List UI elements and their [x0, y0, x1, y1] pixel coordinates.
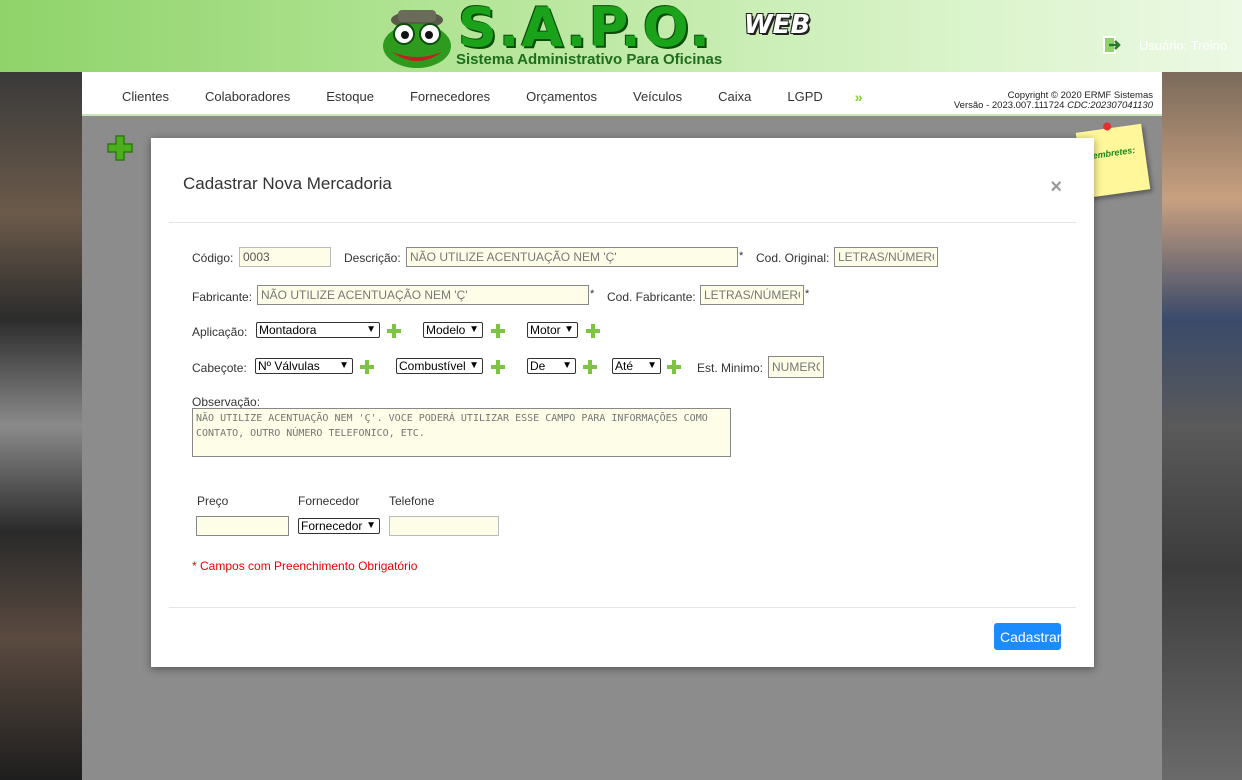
- sapo-logo[interactable]: S.A.P.O. WEB Sistema Administrativo Para…: [378, 0, 833, 70]
- header-divider: [169, 222, 1076, 223]
- logout-icon[interactable]: [1102, 35, 1122, 55]
- preco-field[interactable]: [196, 516, 289, 536]
- required-fields-note: * Campos com Preenchimento Obrigatório: [192, 559, 418, 573]
- nav-item-veiculos[interactable]: Veículos: [615, 89, 700, 105]
- est-minimo-field[interactable]: [768, 356, 824, 378]
- chevron-down-icon: ▼: [469, 360, 479, 371]
- telefone-label: Telefone: [389, 494, 435, 508]
- nav-item-lgpd[interactable]: LGPD: [769, 89, 840, 105]
- montadora-value: Montadora: [259, 323, 317, 337]
- valvulas-select[interactable]: Nº Válvulas ▼: [255, 358, 353, 374]
- observacao-label: Observação:: [192, 395, 261, 409]
- chevron-down-icon: ▼: [562, 360, 572, 371]
- chevron-down-icon: ▼: [647, 360, 657, 371]
- est-minimo-label: Est. Minimo:: [697, 361, 764, 375]
- chevron-down-icon: ▼: [469, 324, 479, 335]
- cod-original-field[interactable]: [834, 247, 938, 267]
- chevron-down-icon: ▼: [366, 324, 376, 335]
- ano-de-select[interactable]: De ▼: [527, 358, 576, 374]
- cod-fabricante-field[interactable]: [700, 285, 804, 305]
- nav-item-caixa[interactable]: Caixa: [700, 89, 769, 105]
- cod-fabricante-label: Cod. Fabricante:: [607, 290, 696, 304]
- logo-web-badge: WEB: [744, 10, 811, 40]
- ano-ate-value: Até: [615, 359, 634, 373]
- frog-mascot-icon: [383, 10, 451, 68]
- pin-icon: [1102, 121, 1112, 131]
- descricao-label: Descrição:: [344, 251, 401, 265]
- close-icon[interactable]: ×: [1050, 177, 1062, 197]
- montadora-select[interactable]: Montadora ▼: [256, 322, 380, 338]
- app-header: S.A.P.O. WEB Sistema Administrativo Para…: [0, 0, 1242, 72]
- nav-more-chevron-icon[interactable]: »: [841, 89, 881, 105]
- fornecedor-select[interactable]: Fornecedor ▼: [298, 518, 380, 534]
- logo-subtitle: Sistema Administrativo Para Oficinas: [456, 51, 723, 68]
- background-photo-right: [1162, 72, 1242, 780]
- new-merchandise-modal: Cadastrar Nova Mercadoria × Código: Desc…: [151, 138, 1094, 667]
- user-label: Usuário: Treino: [1138, 37, 1227, 53]
- version-text: Versão - 2023.007.111724: [953, 100, 1065, 111]
- chevron-down-icon: ▼: [366, 520, 376, 531]
- add-valvulas-icon[interactable]: [360, 360, 374, 374]
- codigo-field[interactable]: [239, 247, 331, 267]
- aplicacao-label: Aplicação:: [192, 325, 248, 339]
- chevron-down-icon: ▼: [339, 360, 349, 371]
- fabricante-field[interactable]: [257, 285, 589, 305]
- add-ano-de-icon[interactable]: [583, 360, 597, 374]
- ano-ate-select[interactable]: Até ▼: [612, 358, 661, 374]
- copyright-info: Copyright © 2020 ERMF Sistemas Versão - …: [954, 91, 1153, 111]
- combustivel-value: Combustível: [399, 359, 466, 373]
- background-photo-left: [0, 72, 82, 780]
- cabecote-label: Cabeçote:: [192, 361, 247, 375]
- observacao-field[interactable]: [192, 408, 731, 457]
- combustivel-select[interactable]: Combustível ▼: [396, 358, 483, 374]
- nav-item-fornecedores[interactable]: Fornecedores: [392, 89, 508, 105]
- descricao-field[interactable]: [406, 247, 738, 267]
- motor-value: Motor: [530, 323, 561, 337]
- modelo-value: Modelo: [426, 323, 466, 337]
- cadastrar-button[interactable]: Cadastrar: [994, 623, 1061, 650]
- nav-item-colaboradores[interactable]: Colaboradores: [187, 89, 308, 105]
- add-motor-icon[interactable]: [586, 324, 600, 338]
- preco-label: Preço: [197, 494, 229, 508]
- cdc-text: CDC:202307041130: [1067, 100, 1153, 111]
- chevron-down-icon: ▼: [564, 324, 574, 335]
- add-item-icon[interactable]: [104, 132, 138, 166]
- fornecedor-value: Fornecedor: [301, 519, 363, 533]
- main-nav: Clientes Colaboradores Estoque Fornecedo…: [82, 72, 1162, 116]
- footer-divider: [169, 607, 1076, 608]
- telefone-field[interactable]: [389, 516, 499, 536]
- add-ano-ate-icon[interactable]: [667, 360, 681, 374]
- cod-original-label: Cod. Original:: [756, 251, 830, 265]
- valvulas-value: Nº Válvulas: [258, 359, 320, 373]
- add-modelo-icon[interactable]: [491, 324, 505, 338]
- modal-title: Cadastrar Nova Mercadoria: [183, 174, 392, 193]
- fabricante-label: Fabricante:: [192, 290, 253, 304]
- codigo-label: Código:: [192, 251, 234, 265]
- add-combustivel-icon[interactable]: [491, 360, 505, 374]
- fornecedor-label: Fornecedor: [298, 494, 360, 508]
- ano-de-value: De: [530, 359, 546, 373]
- nav-item-estoque[interactable]: Estoque: [308, 89, 392, 105]
- user-area: Usuário: Treino: [1102, 35, 1227, 55]
- modelo-select[interactable]: Modelo ▼: [423, 322, 483, 338]
- required-star: *: [590, 288, 595, 300]
- required-star: *: [739, 250, 744, 262]
- nav-item-orcamentos[interactable]: Orçamentos: [508, 89, 615, 105]
- required-star: *: [805, 288, 810, 300]
- nav-item-clientes[interactable]: Clientes: [104, 89, 187, 105]
- motor-select[interactable]: Motor ▼: [527, 322, 578, 338]
- add-montadora-icon[interactable]: [387, 324, 401, 338]
